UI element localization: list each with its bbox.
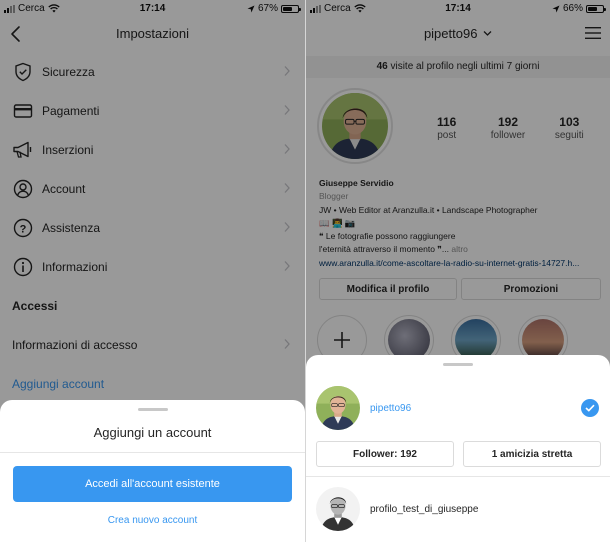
- location-arrow-icon: [552, 5, 560, 12]
- checkmark-icon: [581, 399, 599, 417]
- add-account-link[interactable]: Aggiungi account: [0, 364, 305, 403]
- profile-stats: 116 post 192 follower 103 seguiti: [416, 115, 600, 141]
- page-title: Impostazioni: [116, 26, 189, 41]
- profile-screen: Cerca 17:14 66% pipetto96 46 visite al p…: [305, 0, 610, 542]
- battery-icon: [586, 4, 606, 13]
- battery-level: [588, 6, 597, 11]
- profile-avatar[interactable]: [317, 88, 393, 164]
- login-existing-account-button[interactable]: Accedi all'account esistente: [13, 466, 292, 502]
- divider: [0, 452, 305, 453]
- stat-following[interactable]: 103 seguiti: [539, 115, 600, 141]
- chevron-right-icon: [284, 183, 290, 193]
- settings-item-label: Assistenza: [42, 220, 101, 235]
- settings-item-account[interactable]: Account: [0, 169, 305, 208]
- megaphone-icon: [12, 139, 34, 161]
- avatar: [316, 487, 360, 531]
- battery-group: 67%: [247, 3, 301, 14]
- sheet-handle[interactable]: [443, 363, 473, 366]
- visits-text: visite al profilo negli ultimi 7 giorni: [390, 61, 540, 72]
- visits-count: 46: [376, 61, 388, 72]
- bio-line: l'eternità attraverso il momento ❞...: [319, 244, 449, 255]
- info-icon: [12, 256, 34, 278]
- profile-category: Blogger: [319, 191, 349, 202]
- bio-line: JW • Web Editor at Aranzulla.it • Landsc…: [319, 204, 538, 215]
- card-icon: [12, 100, 34, 122]
- close-friends-button[interactable]: 1 amicizia stretta: [463, 441, 601, 467]
- user-circle-icon: [12, 178, 34, 200]
- bio-line: ❝ Le fotografie possono raggiungere: [319, 231, 456, 242]
- svg-text:?: ?: [20, 223, 27, 235]
- status-bar: Cerca 17:14 66%: [306, 0, 610, 18]
- chevron-right-icon: [284, 339, 290, 349]
- divider: [306, 476, 610, 477]
- settings-item-label: Pagamenti: [42, 103, 100, 118]
- profile-visits-banner[interactable]: 46 visite al profilo negli ultimi 7 gior…: [306, 56, 610, 78]
- stat-value: 192: [497, 115, 518, 129]
- stat-value: 116: [436, 115, 457, 129]
- profile-bio: Giuseppe Servidio Blogger JW • Web Edito…: [319, 177, 604, 270]
- account-username: pipetto96: [370, 402, 412, 414]
- stat-posts[interactable]: 116 post: [416, 115, 477, 141]
- edit-profile-button[interactable]: Modifica il profilo: [319, 278, 457, 300]
- location-arrow-icon: [247, 5, 255, 12]
- create-new-account-link[interactable]: Crea nuovo account: [0, 515, 305, 526]
- chevron-right-icon: [284, 66, 290, 76]
- stat-value: 103: [559, 115, 580, 129]
- battery-percent: 66%: [562, 3, 583, 14]
- login-info-label: Informazioni di accesso: [12, 337, 138, 352]
- followers-button[interactable]: Follower: 192: [316, 441, 454, 467]
- account-row-other[interactable]: profilo_test_di_giuseppe: [306, 486, 610, 532]
- account-username: profilo_test_di_giuseppe: [370, 503, 479, 515]
- login-info-item[interactable]: Informazioni di accesso: [0, 325, 305, 364]
- shield-icon: [12, 61, 34, 83]
- bio-emoji-line: 📖 👨‍💻 📷: [319, 217, 356, 228]
- stat-label: follower: [490, 130, 526, 141]
- settings-item-label: Account: [42, 181, 86, 196]
- battery-level: [283, 6, 292, 11]
- stat-label: seguiti: [554, 130, 584, 141]
- settings-screen: Cerca 17:14 67% Impostazioni Sicurezza P…: [0, 0, 305, 542]
- sheet-title: Aggiungi un account: [93, 425, 212, 440]
- add-account-sheet: Aggiungi un account Accedi all'account e…: [0, 400, 305, 542]
- sheet-handle[interactable]: [137, 408, 168, 411]
- stat-label: post: [437, 130, 457, 141]
- account-row-current[interactable]: pipetto96: [306, 384, 610, 432]
- chevron-right-icon: [284, 222, 290, 232]
- profile-website-link[interactable]: www.aranzulla.it/come-ascoltare-la-radio…: [319, 257, 604, 270]
- battery-icon: [281, 4, 301, 13]
- chevron-right-icon: [284, 105, 290, 115]
- settings-item-label: Informazioni: [42, 259, 108, 274]
- bio-more-link[interactable]: altro: [451, 244, 468, 254]
- profile-name: Giuseppe Servidio: [319, 178, 394, 188]
- settings-list: Sicurezza Pagamenti Inserzioni Account ?…: [0, 52, 305, 403]
- settings-item-security[interactable]: Sicurezza: [0, 52, 305, 91]
- hamburger-menu-icon[interactable]: [584, 24, 602, 42]
- settings-item-info[interactable]: Informazioni: [0, 247, 305, 286]
- battery-percent: 67%: [257, 3, 278, 14]
- stat-followers[interactable]: 192 follower: [477, 115, 538, 141]
- section-title-logins: Accessi: [12, 298, 58, 313]
- settings-item-ads[interactable]: Inserzioni: [0, 130, 305, 169]
- settings-item-payments[interactable]: Pagamenti: [0, 91, 305, 130]
- battery-group: 66%: [552, 3, 606, 14]
- help-icon: ?: [12, 217, 34, 239]
- avatar: [316, 386, 360, 430]
- promotions-button[interactable]: Promozioni: [461, 278, 601, 300]
- chevron-right-icon: [284, 144, 290, 154]
- status-bar: Cerca 17:14 67%: [0, 0, 305, 18]
- chevron-down-icon: [483, 31, 492, 36]
- account-switcher-sheet: pipetto96 Follower: 192 1 amicizia stret…: [306, 355, 610, 542]
- settings-item-label: Inserzioni: [42, 142, 94, 157]
- bio-line-more: l'eternità attraverso il momento ❞... al…: [319, 243, 604, 256]
- settings-item-label: Sicurezza: [42, 64, 95, 79]
- settings-header: Impostazioni: [0, 20, 305, 50]
- settings-item-help[interactable]: ? Assistenza: [0, 208, 305, 247]
- chevron-right-icon: [284, 261, 290, 271]
- avatar-photo: [322, 93, 388, 159]
- header-username: pipetto96: [423, 26, 478, 41]
- username-switcher[interactable]: pipetto96: [306, 26, 610, 41]
- profile-header: pipetto96: [306, 20, 610, 50]
